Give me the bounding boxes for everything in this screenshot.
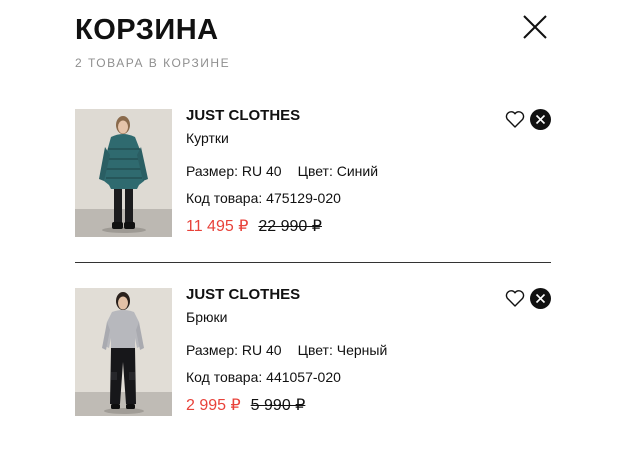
cart-item: JUST CLOTHES Брюки Размер: RU 40 Цвет: Че… [75,286,551,416]
close-circle-icon[interactable] [530,109,551,130]
cart-item: JUST CLOTHES Куртки Размер: RU 40 Цвет: С… [75,107,551,237]
product-prices: 11 495 ₽ 22 990 ₽ [186,217,322,237]
product-category: Куртки [186,130,229,146]
product-image[interactable] [75,109,172,237]
product-image[interactable] [75,288,172,416]
heart-icon[interactable] [505,110,525,129]
product-attributes: Размер: RU 40 Цвет: Синий [186,162,378,180]
sale-price: 2 995 ₽ [186,397,241,414]
product-attributes: Размер: RU 40 Цвет: Черный [186,341,387,359]
close-icon[interactable] [522,14,548,40]
product-color: Цвет: Черный [297,342,388,358]
product-brand[interactable]: JUST CLOTHES [186,107,300,125]
page-title: КОРЗИНА [75,14,219,46]
old-price: 5 990 ₽ [250,397,306,414]
sale-price: 11 495 ₽ [186,218,249,235]
heart-icon[interactable] [505,289,525,308]
product-color: Цвет: Синий [297,163,379,179]
product-prices: 2 995 ₽ 5 990 ₽ [186,396,305,416]
old-price: 22 990 ₽ [258,218,322,235]
product-brand[interactable]: JUST CLOTHES [186,286,300,304]
product-size: Размер: RU 40 [186,342,282,358]
product-sku: Код товара: 475129-020 [186,190,341,206]
cart-count: 2 ТОВАРА В КОРЗИНЕ [75,56,231,70]
product-size: Размер: RU 40 [186,163,282,179]
product-sku: Код товара: 441057-020 [186,369,341,385]
close-circle-icon[interactable] [530,288,551,309]
product-category: Брюки [186,309,228,325]
divider [75,262,551,263]
